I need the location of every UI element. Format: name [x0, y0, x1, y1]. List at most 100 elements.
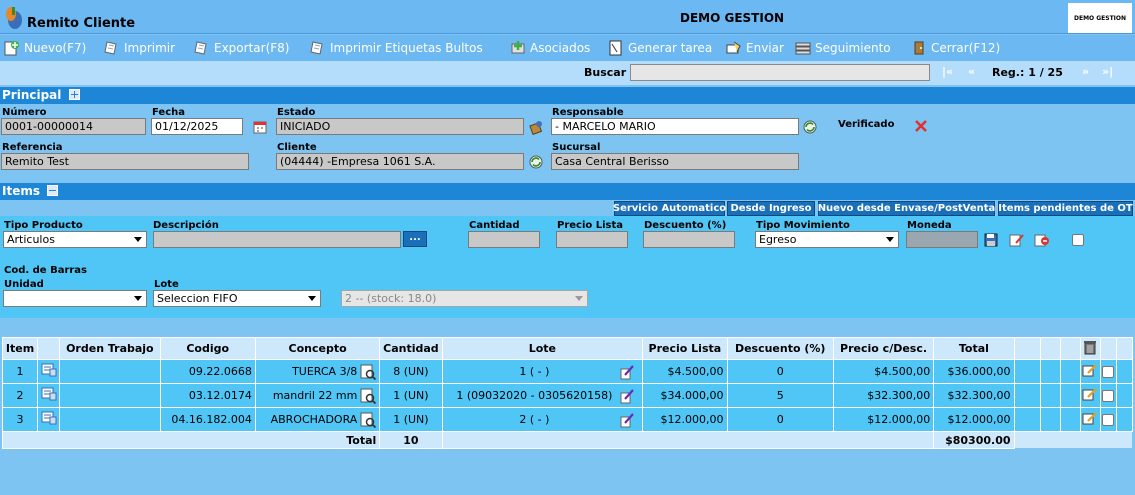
cell-detail[interactable] [37, 359, 61, 384]
row-checkbox[interactable] [1102, 366, 1115, 378]
cell-lote: 1 ( - ) [441, 359, 644, 384]
cell-detail[interactable] [37, 383, 61, 408]
tipo-producto-select[interactable]: Articulos [3, 231, 147, 248]
expand-icon[interactable] [68, 89, 80, 100]
tab-nuevo-envase[interactable]: Nuevo desde Envase/PostVenta [818, 201, 995, 216]
items-title: Items [2, 184, 40, 198]
cell-precio-lista: $4.500,00 [642, 359, 728, 384]
referencia-field[interactable]: Remito Test [1, 153, 249, 170]
moneda-field[interactable] [906, 231, 978, 248]
print-button[interactable]: Imprimir [104, 39, 175, 57]
tipo-movimiento-select[interactable]: Egreso [755, 231, 899, 248]
tab-servicio-automatico[interactable]: Servicio Automatico [613, 201, 726, 216]
cell-select[interactable] [1099, 383, 1117, 408]
items-header[interactable]: Items [0, 183, 1135, 200]
last-record-button[interactable]: »| [1102, 65, 1113, 78]
client-refresh-icon[interactable] [528, 154, 544, 170]
cell-precio-desc: $4.500,00 [832, 359, 935, 384]
descuento-field[interactable] [643, 231, 735, 248]
tab-items-pendientes[interactable]: Items pendientes de OT [998, 201, 1133, 216]
next-record-button[interactable]: » [1082, 65, 1089, 78]
fecha-field[interactable]: 01/12/2025 [151, 118, 243, 135]
stock-select[interactable]: 2 -- (stock: 18.0) [341, 290, 588, 307]
sucursal-field[interactable]: Casa Central Berisso [551, 153, 799, 170]
concept-lookup-icon[interactable] [360, 364, 377, 380]
search-input[interactable] [630, 64, 930, 81]
print-labels-button[interactable]: Imprimir Etiquetas Bultos [310, 39, 483, 57]
calendar-icon[interactable] [252, 119, 268, 135]
save-icon[interactable] [983, 232, 999, 248]
precio-lista-field[interactable] [556, 231, 628, 248]
cell-edit[interactable] [1079, 407, 1101, 432]
send-button[interactable]: Enviar [726, 39, 784, 57]
close-button[interactable]: Cerrar(F12) [911, 39, 1000, 57]
row-detail-icon[interactable] [41, 363, 57, 377]
col-delete[interactable] [1079, 337, 1101, 360]
collapse-icon[interactable] [47, 185, 59, 196]
cell-codigo: 03.12.0174 [159, 383, 256, 408]
lote-edit-icon[interactable] [619, 364, 635, 380]
col-item[interactable]: Item [1, 337, 39, 360]
cliente-field[interactable]: (04444) -Empresa 1061 S.A. [276, 153, 524, 170]
col-codigo[interactable]: Codigo [159, 337, 256, 360]
unidad-select[interactable] [3, 290, 147, 307]
table-row[interactable]: 3 04.16.182.004 ABROCHADORA 1 (UN) 2 ( - ) $1… [1, 407, 1134, 432]
descripcion-field[interactable] [153, 231, 401, 248]
responsable-field[interactable]: - MARCELO MARIO [551, 118, 799, 135]
estado-field[interactable]: INICIADO [276, 118, 524, 135]
numero-field[interactable]: 0001-00000014 [1, 118, 146, 135]
concept-lookup-icon[interactable] [360, 388, 377, 404]
associated-button[interactable]: Asociados [510, 39, 590, 57]
company-title: DEMO GESTION [680, 11, 785, 25]
cell-cantidad: 1 (UN) [379, 383, 443, 408]
col-cantidad[interactable]: Cantidad [379, 337, 443, 360]
col-orden-trabajo[interactable]: Orden Trabajo [59, 337, 161, 360]
lote-edit-icon[interactable] [619, 412, 635, 428]
concept-lookup-icon[interactable] [360, 412, 377, 428]
descripcion-search-button[interactable]: ... [403, 231, 427, 247]
state-action-icon[interactable] [528, 119, 544, 135]
cantidad-field[interactable] [468, 231, 540, 248]
cell-edit[interactable] [1079, 383, 1101, 408]
row-checkbox[interactable] [1102, 390, 1115, 402]
col-precio-desc[interactable]: Precio c/Desc. [832, 337, 935, 360]
row-checkbox[interactable] [1102, 414, 1115, 426]
col-descuento[interactable]: Descuento (%) [726, 337, 834, 360]
row-edit-icon[interactable] [1082, 386, 1098, 402]
cell-select[interactable] [1099, 359, 1117, 384]
row-detail-icon[interactable] [41, 411, 57, 425]
generate-task-button[interactable]: Generar tarea [608, 39, 712, 57]
col-precio-lista[interactable]: Precio Lista [642, 337, 728, 360]
principal-title: Principal [2, 88, 62, 102]
cancel-icon[interactable] [1034, 232, 1050, 248]
edit-icon[interactable] [1009, 232, 1025, 248]
cell-select[interactable] [1099, 407, 1117, 432]
tracking-button[interactable]: Seguimiento [795, 39, 891, 57]
cell-precio-desc: $12.000,00 [832, 407, 935, 432]
item-form-checkbox[interactable] [1072, 234, 1084, 246]
row-detail-icon[interactable] [41, 387, 57, 401]
principal-header[interactable]: Principal [0, 87, 1135, 104]
close-door-icon [914, 41, 924, 55]
table-row[interactable]: 2 03.12.0174 mandril 22 mm 1 (UN) 1 (0903202… [1, 383, 1134, 408]
cell-concepto: ABROCHADORA [254, 407, 381, 432]
lote-select[interactable]: Seleccion FIFO [153, 290, 321, 307]
cell-edit[interactable] [1079, 359, 1101, 384]
tab-desde-ingreso[interactable]: Desde Ingreso [727, 201, 815, 216]
col-lote[interactable]: Lote [441, 337, 644, 360]
trash-icon[interactable] [1083, 339, 1097, 355]
col-concepto[interactable]: Concepto [254, 337, 381, 360]
cell-detail[interactable] [37, 407, 61, 432]
refresh-icon[interactable] [802, 119, 818, 135]
row-edit-icon[interactable] [1082, 362, 1098, 378]
export-button[interactable]: Exportar(F8) [194, 39, 289, 57]
first-record-button[interactable]: |« [942, 65, 953, 78]
new-icon [4, 41, 19, 56]
new-button[interactable]: Nuevo(F7) [4, 39, 86, 57]
precio-lista-label: Precio Lista [557, 220, 624, 231]
table-row[interactable]: 1 09.22.0668 TUERCA 3/8 8 (UN) 1 ( - ) $4.500… [1, 359, 1134, 384]
prev-record-button[interactable]: « [968, 65, 975, 78]
lote-edit-icon[interactable] [619, 388, 635, 404]
row-edit-icon[interactable] [1082, 410, 1098, 426]
col-total[interactable]: Total [933, 337, 1015, 360]
